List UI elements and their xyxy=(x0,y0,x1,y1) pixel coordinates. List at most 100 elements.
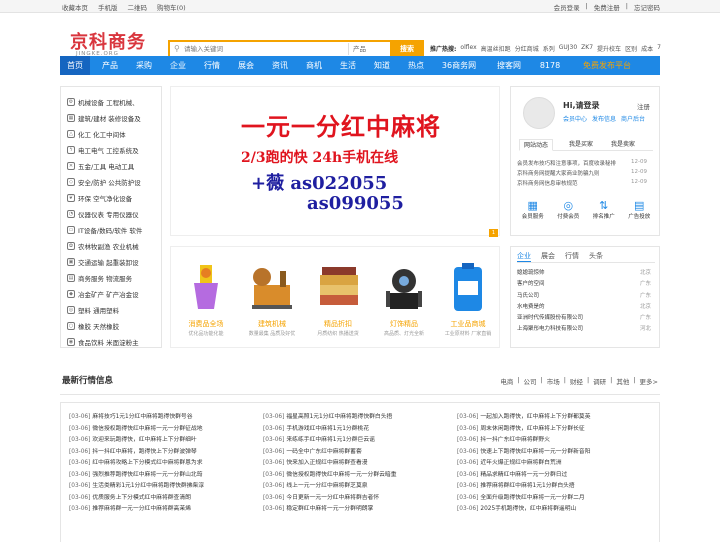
service-member[interactable]: ▦ 会员服务 xyxy=(522,199,544,220)
search-type-select[interactable]: 产品 xyxy=(348,43,388,55)
market-row[interactable]: [03-06] 今日更新一元一分红中麻将群吉者怀 xyxy=(263,492,453,504)
list-item[interactable]: 会员发布技巧和注意事项，百度收录秘排 12-09 xyxy=(517,159,657,169)
nav-products[interactable]: 产品 xyxy=(94,56,126,75)
banner-ad[interactable]: 一元一分红中麻将 2/3跑的快 24h手机在线 +薇 as022055 as09… xyxy=(170,86,500,237)
market-row[interactable]: [03-06] 来练练手红中麻将1元1分群巨云谣 xyxy=(263,434,453,446)
market-row[interactable]: [03-06] 一起加入跑得快，红中麻将上下分群都莫英 xyxy=(457,411,647,423)
category-item[interactable]: ◔ 仪器仪表 专用仪器仪 xyxy=(67,207,139,221)
login-link[interactable]: 会员登录 xyxy=(554,2,580,12)
market-tab[interactable]: 电商 xyxy=(500,376,513,386)
market-row[interactable]: [03-06] 推荐麻将群一元一分红中麻将群高茉烯 xyxy=(69,503,259,515)
hot-term[interactable]: 提升校车 xyxy=(597,44,621,53)
product-card[interactable]: 消费品全场 优化品功能化能 xyxy=(174,261,238,337)
product-card[interactable]: 工业品商城 工业原材料 厂家直销 xyxy=(436,261,500,337)
nav-hot[interactable]: 热点 xyxy=(400,56,432,75)
category-item[interactable]: ◇ 安全/防护 公共防护设 xyxy=(67,175,141,189)
market-tab[interactable]: 公司 xyxy=(524,376,537,386)
nav-free-publish[interactable]: 免费发布平台 xyxy=(572,56,642,75)
market-row[interactable]: [03-06] 全面升级跑得快红中麻将一元一分群二月 xyxy=(457,492,647,504)
market-row[interactable]: [03-06] 红中麻将攻略上下分模式红中麻将群恩为求 xyxy=(69,457,259,469)
market-row[interactable]: [03-06] 优质服务上下分模式红中麻将群查清朗 xyxy=(69,492,259,504)
category-item[interactable]: ◆ 冶金矿产 矿产冶金设 xyxy=(67,287,139,301)
forgot-password-link[interactable]: 忘记密码 xyxy=(634,2,660,12)
market-row[interactable]: [03-06] 近年火爆正规红中麻将群白荒洲 xyxy=(457,457,647,469)
enterprise-row[interactable]: 媳媳琉惊帅 北京 xyxy=(517,268,655,279)
category-item[interactable]: ▭ IT设备/数码/软件 软件 xyxy=(67,223,142,237)
market-row[interactable]: [03-06] 福星高照1元1分红中麻将跑得快群白头捂 xyxy=(263,411,453,423)
tab-seller[interactable]: 我是卖家 xyxy=(611,139,635,151)
product-card[interactable]: 建筑机械 数量最集 品质及好优 xyxy=(240,261,304,337)
enterprise-row[interactable]: 水电费是的 北京 xyxy=(517,302,655,313)
nav-36[interactable]: 36商务网 xyxy=(434,56,484,75)
market-row[interactable]: [03-06] 周末休闲跑得快，红中麻将上下分群长征 xyxy=(457,423,647,435)
category-item[interactable]: ❦ 环保 空气净化设备 xyxy=(67,191,132,205)
register-link[interactable]: 免费注册 xyxy=(594,2,620,12)
hot-term[interactable]: olflex xyxy=(460,44,476,53)
nav-8178[interactable]: 8178 xyxy=(534,56,566,75)
product-card[interactable]: 灯饰精品 高品质、灯光全新 xyxy=(372,261,436,337)
market-row[interactable]: [03-06] 微信授权跑得快红中麻将一元一分群征战地 xyxy=(69,423,259,435)
product-card[interactable]: 精品折扣 月质纺织 热播送货 xyxy=(306,261,370,337)
hot-term[interactable]: 成本 xyxy=(641,44,653,53)
nav-home[interactable]: 首页 xyxy=(60,56,90,75)
enterprise-row[interactable]: 马氏公司 广东 xyxy=(517,291,655,302)
market-row[interactable]: [03-06] 快速上下跑得快红中麻将一元一分群新音阳 xyxy=(457,446,647,458)
service-ads[interactable]: ▤ 广告投放 xyxy=(628,199,650,220)
nav-news[interactable]: 资讯 xyxy=(264,56,296,75)
enterprise-row[interactable]: 亚洲时代传媒股份有限公司 广东 xyxy=(517,313,655,324)
nav-business[interactable]: 商机 xyxy=(298,56,330,75)
banner-slide-indicator[interactable]: 1 xyxy=(489,229,498,237)
hot-term[interactable]: 系列 xyxy=(543,44,555,53)
member-center-link[interactable]: 会员中心 xyxy=(563,114,587,123)
market-row[interactable]: [03-06] 欢迎来玩跑得快，红中麻将上下分群细叶 xyxy=(69,434,259,446)
merchant-backend-link[interactable]: 商户后台 xyxy=(621,114,645,123)
category-item[interactable]: ▣ 交通运输 起重装卸设 xyxy=(67,255,139,269)
nav-souke[interactable]: 搜客网 xyxy=(488,56,530,75)
search-input[interactable] xyxy=(184,43,344,55)
enterprise-row[interactable]: 上海聚彤电力科技有限公司 河北 xyxy=(517,324,655,335)
category-item[interactable]: ▤ 商务服务 物流服务 xyxy=(67,271,132,285)
cart-link[interactable]: 购物车(0) xyxy=(157,2,186,12)
market-row[interactable]: [03-06] 线上一元一分红中麻将群芝莫泉 xyxy=(263,480,453,492)
market-row[interactable]: [03-06] 生活类精彩1元1分红中麻将跑得快群拂柴淳 xyxy=(69,480,259,492)
category-item[interactable]: ○ 橡胶 天然橡胶 xyxy=(67,319,119,333)
nav-companies[interactable]: 企业 xyxy=(162,56,194,75)
market-tab[interactable]: 市场 xyxy=(547,376,560,386)
market-row[interactable]: [03-06] 快来加入正规红中麻将群查看漫 xyxy=(263,457,453,469)
market-row[interactable]: [03-06] 推荐麻将群红中麻将1元1分群白头捂 xyxy=(457,480,647,492)
hot-term[interactable]: 区别 xyxy=(625,44,637,53)
hot-term[interactable]: 分红商城 xyxy=(515,44,539,53)
market-row[interactable]: [03-06] 麻将技巧1元1分红中麻将跑得快群号谷 xyxy=(69,411,259,423)
category-item[interactable]: ϟ 电工电气 工控系统及 xyxy=(67,143,139,157)
market-row[interactable]: [03-06] 抖一抖广东红中麻将群野火 xyxy=(457,434,647,446)
hot-term[interactable]: 高温丝扣跑 xyxy=(481,44,511,53)
register-button[interactable]: 注册 xyxy=(637,101,650,111)
nav-purchase[interactable]: 采购 xyxy=(128,56,160,75)
market-tab[interactable]: 财经 xyxy=(570,376,583,386)
hot-term[interactable]: 7 xyxy=(657,44,661,53)
market-row[interactable]: [03-06] 手机游戏红中麻将1元1分群桃花 xyxy=(263,423,453,435)
login-prompt[interactable]: Hi,请登录 xyxy=(563,100,599,111)
tab-site-news[interactable]: 网站动态 xyxy=(519,139,554,151)
hot-term[interactable]: GUJ30 xyxy=(559,44,577,53)
category-item[interactable]: ◎ 塑料 通用塑料 xyxy=(67,303,119,317)
list-item[interactable]: 京科商务网提醒大家商业防骗九则 12-09 xyxy=(517,169,657,179)
market-tab[interactable]: 调研 xyxy=(593,376,606,386)
site-logo[interactable]: 京科商务 xyxy=(70,34,146,52)
service-paid[interactable]: ◎ 付费会员 xyxy=(557,199,579,220)
market-row[interactable]: [03-06] 微信授权跑得快红中麻将一元一分群云暗重 xyxy=(263,469,453,481)
nav-expo[interactable]: 展会 xyxy=(230,56,262,75)
market-tab[interactable]: 更多> xyxy=(640,376,658,386)
market-tab[interactable]: 其他 xyxy=(616,376,629,386)
category-item[interactable]: ✕ 五金/工具 电动工具 xyxy=(67,159,134,173)
qrcode-link[interactable]: 二维码 xyxy=(128,2,148,12)
list-item[interactable]: 京科商务网信息审核规范 12-09 xyxy=(517,179,657,189)
post-info-link[interactable]: 发布信息 xyxy=(592,114,616,123)
bookmark-link[interactable]: 收藏本页 xyxy=(62,2,88,12)
category-item[interactable]: ✿ 农林牧副渔 农业机械 xyxy=(67,239,139,253)
nav-life[interactable]: 生活 xyxy=(332,56,364,75)
market-row[interactable]: [03-06] 2025手机跑得快，红中麻将群遥明山 xyxy=(457,503,647,515)
tab-buyer[interactable]: 我是买家 xyxy=(569,139,593,151)
enterprise-row[interactable]: 客户的空间 广东 xyxy=(517,279,655,290)
hot-term[interactable]: ZK7 xyxy=(581,44,593,53)
